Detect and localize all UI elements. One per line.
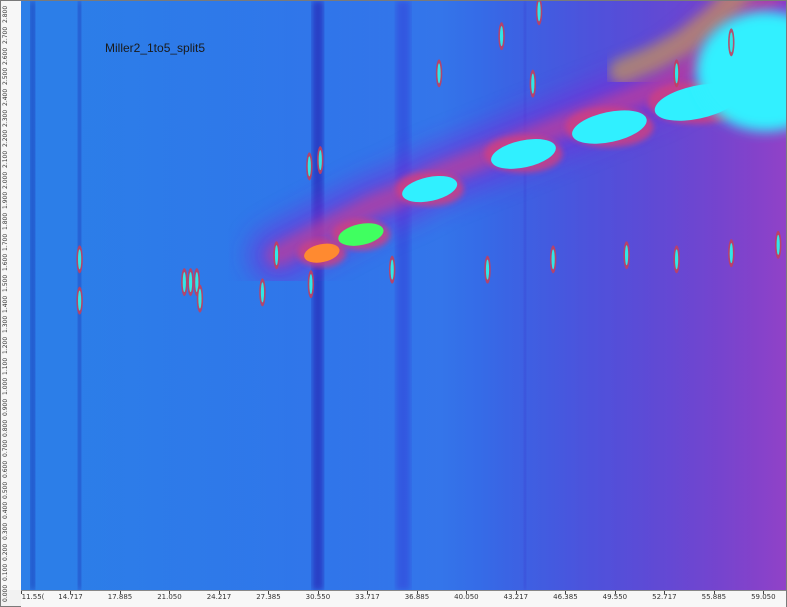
y-tick-label: 2.100 — [2, 150, 9, 168]
y-tick-label: 2.300 — [2, 109, 9, 127]
y-tick-label: 0.100 — [2, 564, 9, 582]
y-tick-label: 0.600 — [2, 460, 9, 478]
peak-8 — [307, 156, 311, 177]
y-tick-label: 1.300 — [2, 316, 9, 334]
y-tick-label: 2.400 — [2, 88, 9, 106]
x-tick-label: 55.885 — [701, 593, 727, 601]
y-tick-label: 0.000 — [2, 584, 9, 602]
y-tick-label: 0.500 — [2, 481, 9, 499]
y-tick-label: 1.400 — [2, 295, 9, 313]
plot-area[interactable]: Miller2_1to5_split5 — [21, 1, 786, 590]
y-tick-label: 2.600 — [2, 47, 9, 65]
y-tick-label: 0.400 — [2, 502, 9, 520]
peak-15 — [531, 73, 535, 94]
x-tick-label: 49.550 — [602, 593, 628, 601]
y-tick-label: 1.500 — [2, 274, 9, 292]
peak-24 — [776, 234, 780, 255]
x-tick-label: 43.217 — [503, 593, 529, 601]
y-tick-label: 0.800 — [2, 419, 9, 437]
x-tick-label: 59.050 — [751, 593, 776, 601]
peak-10 — [309, 274, 313, 295]
heatmap-svg[interactable] — [21, 1, 786, 590]
x-tick-label: 17.885 — [107, 593, 133, 601]
peak-13 — [485, 259, 490, 280]
y-tick-label: 1.600 — [2, 254, 9, 272]
y-tick-label: 1.800 — [2, 212, 9, 230]
y-tick-label: 2.700 — [2, 26, 9, 44]
peak-12 — [437, 63, 441, 84]
peak-7 — [274, 245, 279, 266]
chart-title: Miller2_1to5_split5 — [105, 41, 206, 55]
y-tick-label: 0.200 — [2, 543, 9, 561]
y-tick-label: 1.200 — [2, 336, 9, 354]
peak-20 — [675, 63, 679, 84]
x-tick-label: 14.717 — [58, 593, 83, 601]
y-tick-label: 2.200 — [2, 130, 9, 148]
y-tick-label: 0.700 — [2, 440, 9, 458]
y-tick-label: 0.300 — [2, 522, 9, 540]
y-tick-label: 1.100 — [2, 357, 9, 375]
x-tick-label: 52.717 — [652, 593, 677, 601]
peak-19 — [624, 245, 629, 266]
peak-0 — [78, 249, 82, 270]
y-tick-label: 2.800 — [2, 6, 9, 24]
x-tick-label: 27.385 — [256, 593, 281, 601]
peak-5 — [198, 288, 202, 309]
x-tick-label: 36.885 — [404, 593, 430, 601]
y-tick-label: 0.900 — [2, 398, 9, 416]
peak-6 — [260, 282, 265, 303]
y-tick-label: 2.500 — [2, 68, 9, 86]
peak-9 — [318, 150, 322, 171]
peak-21 — [675, 249, 679, 270]
x-tick-label: 33.717 — [355, 593, 380, 601]
x-tick-label: 21.050 — [157, 593, 182, 601]
chromatogram-window: 2.800 2.700 2.600 2.500 2.400 2.300 2.200 2.100… — [0, 0, 787, 607]
y-tick-label: 1.900 — [2, 192, 9, 210]
y-axis: 2.800 2.700 2.600 2.500 2.400 2.300 2.200 2.100… — [1, 1, 22, 602]
y-tick-label: 2.000 — [2, 171, 9, 189]
peak-3 — [188, 272, 193, 293]
peak-11 — [390, 259, 394, 280]
x-tick-label: 30.550 — [305, 593, 331, 601]
y-tick-label: 1.000 — [2, 378, 9, 396]
x-tick-label: 46.385 — [553, 593, 578, 601]
peak-22 — [729, 32, 733, 53]
x-tick-label: 11.55( — [21, 593, 45, 601]
peak-14 — [499, 26, 504, 47]
x-tick-label: 24.217 — [206, 593, 232, 601]
peak-16 — [537, 1, 541, 22]
peak-1 — [78, 290, 82, 311]
peak-2 — [182, 272, 186, 293]
x-tick-label: 40.050 — [454, 593, 479, 601]
peak-23 — [729, 243, 733, 264]
y-tick-label: 1.700 — [2, 233, 9, 251]
x-axis: 11.55( 14.717 17.885 21.050 24.217 27.385 30.5… — [21, 590, 786, 607]
peak-18 — [551, 249, 555, 270]
